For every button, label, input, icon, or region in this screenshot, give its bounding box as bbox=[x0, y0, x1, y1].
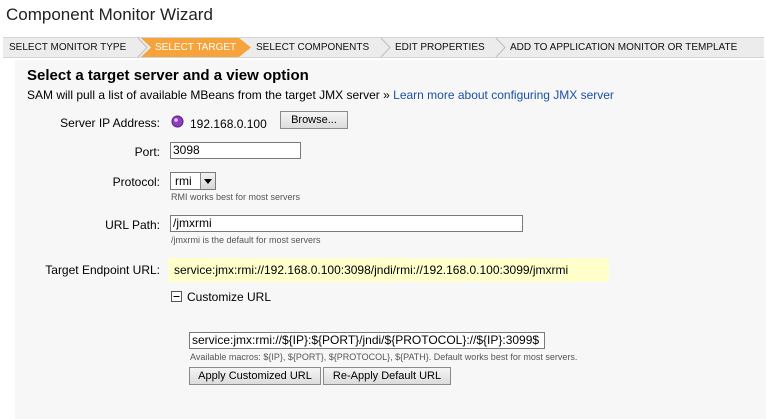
step-separator-chevron-icon bbox=[380, 38, 391, 57]
server-ip-value: 192.168.0.100 bbox=[190, 117, 267, 131]
endpoint-url-value: service:jmx:rmi://192.168.0.100:3098/jnd… bbox=[168, 258, 609, 282]
protocol-selected-value: rmi bbox=[175, 174, 192, 188]
url-path-hint: /jmxrmi is the default for most servers bbox=[171, 235, 321, 245]
protocol-label: Protocol: bbox=[112, 175, 160, 189]
port-input[interactable]: 3098 bbox=[170, 142, 301, 159]
apply-customized-url-button[interactable]: Apply Customized URL bbox=[189, 367, 321, 385]
collapse-minus-icon[interactable] bbox=[171, 291, 182, 302]
protocol-hint: RMI works best for most servers bbox=[171, 192, 301, 202]
dropdown-button[interactable] bbox=[200, 173, 215, 189]
step-separator-chevron-icon bbox=[137, 38, 148, 57]
protocol-select[interactable]: rmi bbox=[170, 172, 216, 190]
macros-hint: Available macros: ${IP}, ${PORT}, ${PROT… bbox=[190, 352, 578, 362]
custom-url-input[interactable]: service:jmx:rmi://${IP}:${PORT}/jndi/${P… bbox=[189, 332, 545, 349]
description-text: SAM will pull a list of available MBeans… bbox=[27, 88, 390, 102]
endpoint-label: Target Endpoint URL: bbox=[45, 263, 160, 277]
step-add-to-application-monitor[interactable]: ADD TO APPLICATION MONITOR OR TEMPLATE bbox=[510, 38, 737, 57]
section-heading: Select a target server and a view option bbox=[27, 67, 309, 84]
wizard-steps: SELECT MONITOR TYPE SELECT TARGET SELECT… bbox=[3, 37, 764, 58]
step-separator-chevron-icon bbox=[495, 38, 506, 57]
step-edit-properties[interactable]: EDIT PROPERTIES bbox=[395, 38, 485, 57]
url-path-input[interactable]: /jmxrmi bbox=[170, 215, 523, 232]
step-select-monitor-type[interactable]: SELECT MONITOR TYPE bbox=[9, 38, 126, 57]
step-select-components[interactable]: SELECT COMPONENTS bbox=[256, 38, 369, 57]
server-status-icon bbox=[171, 115, 184, 128]
server-ip-label: Server IP Address: bbox=[60, 116, 160, 130]
url-path-label: URL Path: bbox=[105, 218, 160, 232]
customize-url-toggle[interactable]: Customize URL bbox=[187, 290, 271, 304]
page-title: Component Monitor Wizard bbox=[6, 5, 213, 24]
learn-more-link[interactable]: Learn more about configuring JMX server bbox=[393, 88, 614, 102]
step-select-target[interactable]: SELECT TARGET bbox=[155, 38, 236, 57]
reapply-default-url-button[interactable]: Re-Apply Default URL bbox=[323, 367, 451, 385]
content-panel bbox=[15, 60, 766, 419]
section-description: SAM will pull a list of available MBeans… bbox=[27, 88, 614, 102]
chevron-down-icon bbox=[204, 179, 212, 184]
port-label: Port: bbox=[134, 145, 160, 159]
browse-button[interactable]: Browse... bbox=[280, 111, 348, 129]
